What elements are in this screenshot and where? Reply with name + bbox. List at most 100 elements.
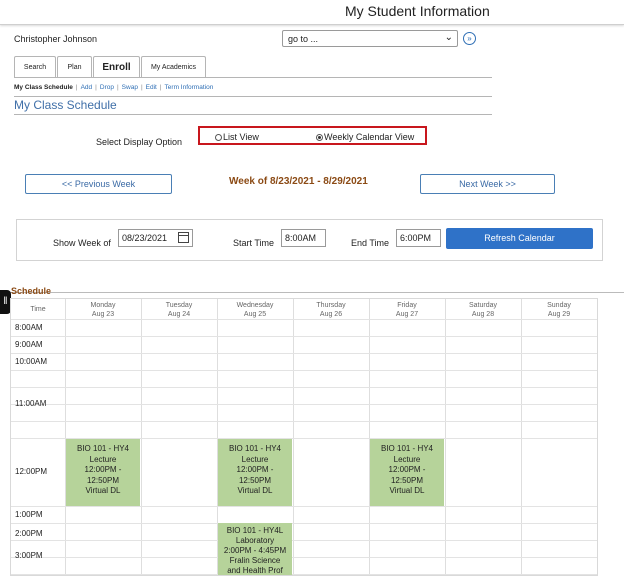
day-name: Saturday (468, 302, 498, 309)
display-option-label: Select Display Option (96, 137, 183, 147)
time-label: 12:00PM (15, 467, 48, 476)
event-location: Fralin Science (229, 556, 281, 565)
schedule-divider (0, 292, 624, 293)
page-title: My Class Schedule (14, 98, 117, 112)
sub-navigation: My Class Schedule | Add | Drop | Swap | Edit | Ter… (14, 84, 214, 91)
end-time-input[interactable]: 6:00PM (396, 229, 441, 247)
grid-line (11, 506, 597, 507)
previous-week-button[interactable]: << Previous Week (25, 174, 172, 194)
day-date: Aug 29 (547, 311, 571, 318)
refresh-calendar-button[interactable]: Refresh Calendar (446, 228, 593, 249)
event-start: 12:00PM - (388, 465, 426, 474)
day-name: Wednesday (236, 302, 274, 309)
day-header-monday: Monday Aug 23 (65, 299, 141, 319)
class-event-friday[interactable]: BIO 101 - HY4 Lecture 12:00PM - 12:50PM … (370, 439, 444, 506)
event-type: Laboratory (235, 536, 275, 545)
tab-divider (14, 77, 492, 78)
event-time: 2:00PM - 4:45PM (223, 546, 287, 555)
radio-button[interactable] (215, 134, 222, 141)
event-start: 12:00PM - (84, 465, 122, 474)
go-arrow-icon[interactable]: » (463, 32, 476, 45)
day-name: Monday (90, 302, 116, 309)
time-label: 1:00PM (15, 510, 43, 519)
schedule-grid: Time Monday Aug 23 Tuesday Aug 24 Wednes… (10, 298, 598, 576)
chevron-down-icon: ⌄ (444, 32, 453, 43)
grid-line (11, 523, 597, 524)
time-label: 10:00AM (15, 357, 48, 366)
end-time-label: End Time (351, 238, 390, 248)
tab-search[interactable]: Search (14, 56, 56, 78)
subnav-term-information[interactable]: Term Information (165, 84, 214, 91)
event-type: Lecture (393, 454, 421, 464)
event-type: Lecture (89, 454, 117, 464)
event-type: Lecture (241, 454, 269, 464)
grid-line (11, 540, 597, 541)
lab-event-wednesday[interactable]: BIO 101 - HY4L Laboratory 2:00PM - 4:45P… (218, 523, 292, 575)
grid-line (11, 387, 597, 388)
day-header-wednesday: Wednesday Aug 25 (217, 299, 293, 319)
time-label: 8:00AM (15, 323, 43, 332)
grid-line (11, 319, 597, 320)
radio-weekly-calendar-view[interactable]: Weekly Calendar View (316, 132, 414, 142)
show-week-date-value: 08/23/2021 (122, 233, 168, 243)
subnav-edit[interactable]: Edit (146, 84, 157, 91)
day-date: Aug 28 (471, 311, 495, 318)
event-course: BIO 101 - HY4 (76, 444, 130, 453)
next-week-button[interactable]: Next Week >> (420, 174, 555, 194)
day-header-friday: Friday Aug 27 (369, 299, 445, 319)
title-divider (14, 114, 492, 115)
radio-button-selected[interactable] (316, 134, 323, 141)
show-week-date-input[interactable]: 08/23/2021 (118, 229, 193, 247)
grid-line (11, 370, 597, 371)
event-course: BIO 101 - HY4L (226, 526, 284, 535)
day-date: Aug 26 (319, 311, 343, 318)
class-event-monday[interactable]: BIO 101 - HY4 Lecture 12:00PM - 12:50PM … (66, 439, 140, 506)
start-time-label: Start Time (233, 238, 275, 248)
tab-my-academics[interactable]: My Academics (141, 56, 206, 78)
user-name: Christopher Johnson (14, 34, 98, 44)
schedule-label: Schedule (11, 286, 52, 296)
event-course: BIO 101 - HY4 (228, 444, 282, 453)
radio-list-view[interactable]: List View (215, 132, 259, 142)
goto-select-value: go to ... (288, 34, 319, 44)
event-course: BIO 101 - HY4 (380, 444, 434, 453)
show-week-label: Show Week of (53, 238, 111, 248)
day-date: Aug 25 (243, 311, 267, 318)
week-title: Week of 8/23/2021 - 8/29/2021 (229, 176, 368, 187)
time-column-header: Time (30, 306, 46, 313)
event-end: 12:50PM (86, 475, 120, 485)
grid-line (11, 336, 597, 337)
day-name: Sunday (547, 302, 571, 309)
event-location: Virtual DL (85, 486, 121, 495)
event-end: 12:50PM (390, 475, 424, 485)
event-location-cont: and Health Prof (227, 566, 283, 575)
day-date: Aug 27 (395, 311, 419, 318)
subnav-drop[interactable]: Drop (100, 84, 114, 91)
goto-select[interactable]: go to ... ⌄ (282, 30, 458, 47)
grid-line (11, 574, 597, 575)
time-label: 9:00AM (15, 340, 43, 349)
time-label: 2:00PM (15, 529, 43, 538)
time-label: 11:00AM (15, 399, 47, 408)
grid-line (11, 421, 597, 422)
day-name: Thursday (316, 302, 346, 309)
tab-enroll[interactable]: Enroll (93, 56, 140, 78)
grid-line (11, 404, 597, 405)
event-location: Virtual DL (389, 486, 425, 495)
day-name: Friday (397, 302, 417, 309)
day-header-saturday: Saturday Aug 28 (445, 299, 521, 319)
subnav-swap[interactable]: Swap (122, 84, 138, 91)
grid-line (11, 353, 597, 354)
event-end: 12:50PM (238, 475, 272, 485)
day-header-tuesday: Tuesday Aug 24 (141, 299, 217, 319)
tab-plan[interactable]: Plan (57, 56, 92, 78)
grid-line (11, 557, 597, 558)
calendar-icon[interactable] (178, 232, 189, 243)
subnav-my-class-schedule[interactable]: My Class Schedule (14, 84, 73, 91)
class-event-wednesday[interactable]: BIO 101 - HY4 Lecture 12:00PM - 12:50PM … (218, 439, 292, 506)
day-name: Tuesday (165, 302, 193, 309)
day-header-sunday: Sunday Aug 29 (521, 299, 597, 319)
subnav-add[interactable]: Add (81, 84, 93, 91)
start-time-input[interactable]: 8:00AM (281, 229, 326, 247)
top-bar (0, 0, 624, 25)
